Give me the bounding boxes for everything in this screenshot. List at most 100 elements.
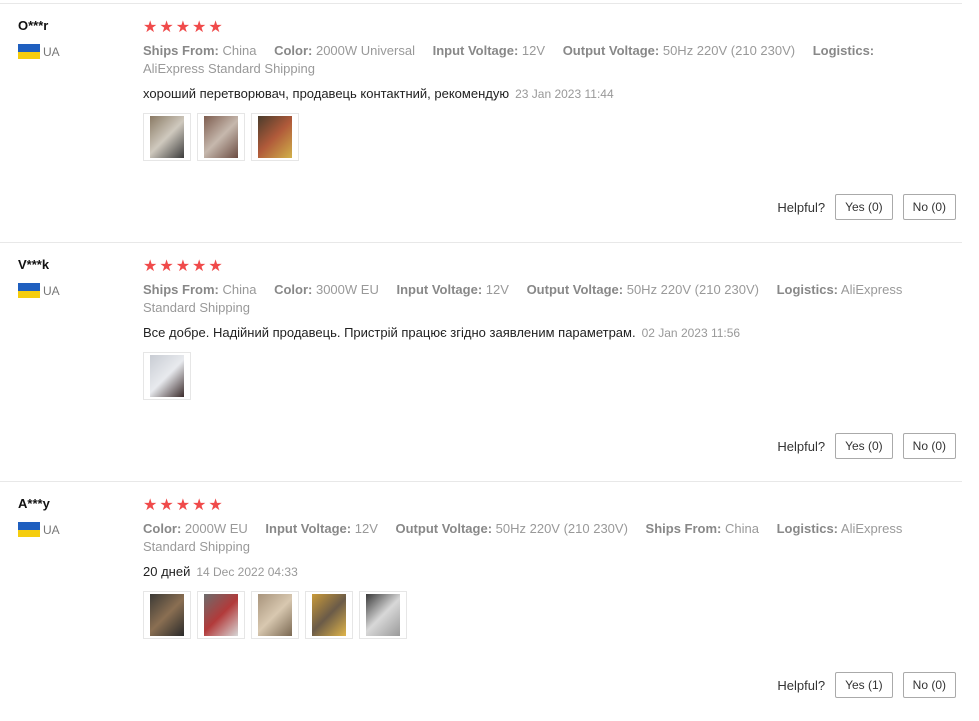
- star-icon: ★: [192, 497, 207, 514]
- flag-stripe-blue: [18, 522, 40, 530]
- review-comment: 20 дней 14 Dec 2022 04:33: [143, 564, 298, 579]
- review-comment: хороший перетворювач, продавець контактн…: [143, 86, 614, 101]
- country-code: UA: [43, 283, 60, 298]
- star-icon: ★: [208, 497, 223, 514]
- review-date: 23 Jan 2023 11:44: [515, 87, 614, 101]
- star-icon: ★: [208, 19, 223, 36]
- flag-stripe-yellow: [18, 290, 40, 298]
- review-photos: [143, 352, 191, 400]
- reviewer-country: UA: [18, 522, 60, 537]
- review-item: O***r UA ★ ★ ★ ★ ★ Ships From: China Color: 200…: [0, 4, 962, 243]
- review-photo-thumbnail[interactable]: [251, 113, 299, 161]
- photo-image: [204, 116, 238, 158]
- product-attributes: Color: 2000W EU Input Voltage: 12V Outpu…: [143, 520, 933, 556]
- attribute-label: Input Voltage:: [396, 282, 483, 297]
- star-rating: ★ ★ ★ ★ ★: [143, 259, 223, 275]
- star-rating: ★ ★ ★ ★ ★: [143, 20, 223, 36]
- review-text: хороший перетворювач, продавець контактн…: [143, 86, 510, 101]
- helpful-label: Helpful?: [777, 199, 826, 215]
- attribute: Ships From: China: [143, 43, 256, 58]
- attribute-value: 2000W EU: [184, 521, 248, 536]
- ukraine-flag-icon: [18, 44, 40, 59]
- attribute: Color: 2000W Universal: [274, 43, 415, 58]
- helpful-no-button[interactable]: No (0): [902, 433, 956, 459]
- review-comment: Все добре. Надійний продавець. Пристрій …: [143, 325, 740, 340]
- helpful-yes-button[interactable]: Yes (0): [835, 194, 893, 220]
- review-date: 14 Dec 2022 04:33: [196, 565, 298, 579]
- helpful-no-button[interactable]: No (0): [902, 672, 956, 698]
- attribute-label: Input Voltage:: [432, 43, 519, 58]
- star-icon: ★: [143, 497, 158, 514]
- attribute-label: Logistics:: [776, 521, 839, 536]
- helpful-label: Helpful?: [777, 438, 826, 454]
- attribute: Input Voltage: 12V: [433, 43, 545, 58]
- attribute-label: Color:: [274, 43, 313, 58]
- flag-stripe-blue: [18, 44, 40, 52]
- attribute: Ships From: China: [143, 282, 256, 297]
- review-photo-thumbnail[interactable]: [143, 113, 191, 161]
- photo-image: [312, 594, 346, 636]
- star-icon: ★: [175, 19, 191, 36]
- attribute-label: Logistics:: [812, 43, 875, 58]
- photo-image: [258, 594, 292, 636]
- helpful-yes-button[interactable]: Yes (1): [835, 672, 893, 698]
- review-photos: [143, 113, 299, 161]
- attribute: Color: 3000W EU: [274, 282, 379, 297]
- helpful-yes-button[interactable]: Yes (0): [835, 433, 893, 459]
- reviewer-name: O***r: [18, 18, 49, 33]
- attribute: Output Voltage: 50Hz 220V (210 230V): [396, 521, 628, 536]
- attribute-label: Color:: [143, 521, 182, 536]
- star-icon: ★: [159, 19, 174, 36]
- attribute-value: 12V: [485, 282, 509, 297]
- review-photo-thumbnail[interactable]: [143, 591, 191, 639]
- country-code: UA: [43, 44, 60, 59]
- attribute-value: 12V: [354, 521, 378, 536]
- review-item: A***y UA ★ ★ ★ ★ ★ Color: 2000W EU Input Voltag…: [0, 482, 962, 721]
- attribute-label: Ships From:: [645, 521, 722, 536]
- attribute-label: Ships From:: [143, 282, 219, 297]
- flag-stripe-blue: [18, 283, 40, 291]
- review-photo-thumbnail[interactable]: [305, 591, 353, 639]
- attribute-label: Output Voltage:: [526, 282, 624, 297]
- review-item: V***k UA ★ ★ ★ ★ ★ Ships From: China Color: 300…: [0, 243, 962, 482]
- attribute-value: AliExpress Standard Shipping: [143, 61, 315, 76]
- star-icon: ★: [143, 258, 158, 275]
- star-icon: ★: [159, 497, 174, 514]
- review-photo-thumbnail[interactable]: [143, 352, 191, 400]
- photo-image: [150, 594, 184, 636]
- ukraine-flag-icon: [18, 522, 40, 537]
- star-icon: ★: [192, 258, 207, 275]
- star-icon: ★: [208, 258, 223, 275]
- review-text: Все добре. Надійний продавець. Пристрій …: [143, 325, 636, 340]
- review-photo-thumbnail[interactable]: [197, 591, 245, 639]
- review-photo-thumbnail[interactable]: [359, 591, 407, 639]
- flag-stripe-yellow: [18, 529, 40, 537]
- helpful-vote: Helpful? Yes (0) No (0): [777, 433, 956, 459]
- attribute: Input Voltage: 12V: [265, 521, 377, 536]
- attribute-label: Output Voltage:: [562, 43, 660, 58]
- helpful-label: Helpful?: [777, 677, 826, 693]
- star-icon: ★: [175, 258, 191, 275]
- review-photos: [143, 591, 407, 639]
- flag-stripe-yellow: [18, 51, 40, 59]
- attribute-value: 50Hz 220V (210 230V): [626, 282, 759, 297]
- attribute-value: 50Hz 220V (210 230V): [495, 521, 628, 536]
- review-photo-thumbnail[interactable]: [251, 591, 299, 639]
- photo-image: [366, 594, 400, 636]
- review-photo-thumbnail[interactable]: [197, 113, 245, 161]
- attribute: Logistics: AliExpress Standard Shipping: [143, 282, 902, 315]
- helpful-no-button[interactable]: No (0): [902, 194, 956, 220]
- reviewer-name: A***y: [18, 496, 50, 511]
- review-text: 20 дней: [143, 564, 191, 579]
- attribute-value: 2000W Universal: [315, 43, 415, 58]
- attribute-value: China: [725, 521, 759, 536]
- star-icon: ★: [159, 258, 174, 275]
- attribute: Ships From: China: [646, 521, 759, 536]
- attribute-label: Input Voltage:: [265, 521, 352, 536]
- attribute-value: 3000W EU: [315, 282, 379, 297]
- reviewer-name: V***k: [18, 257, 50, 272]
- attribute-value: China: [222, 43, 257, 58]
- attribute: Output Voltage: 50Hz 220V (210 230V): [527, 282, 759, 297]
- product-attributes: Ships From: China Color: 2000W Universal…: [143, 42, 933, 78]
- star-icon: ★: [175, 497, 191, 514]
